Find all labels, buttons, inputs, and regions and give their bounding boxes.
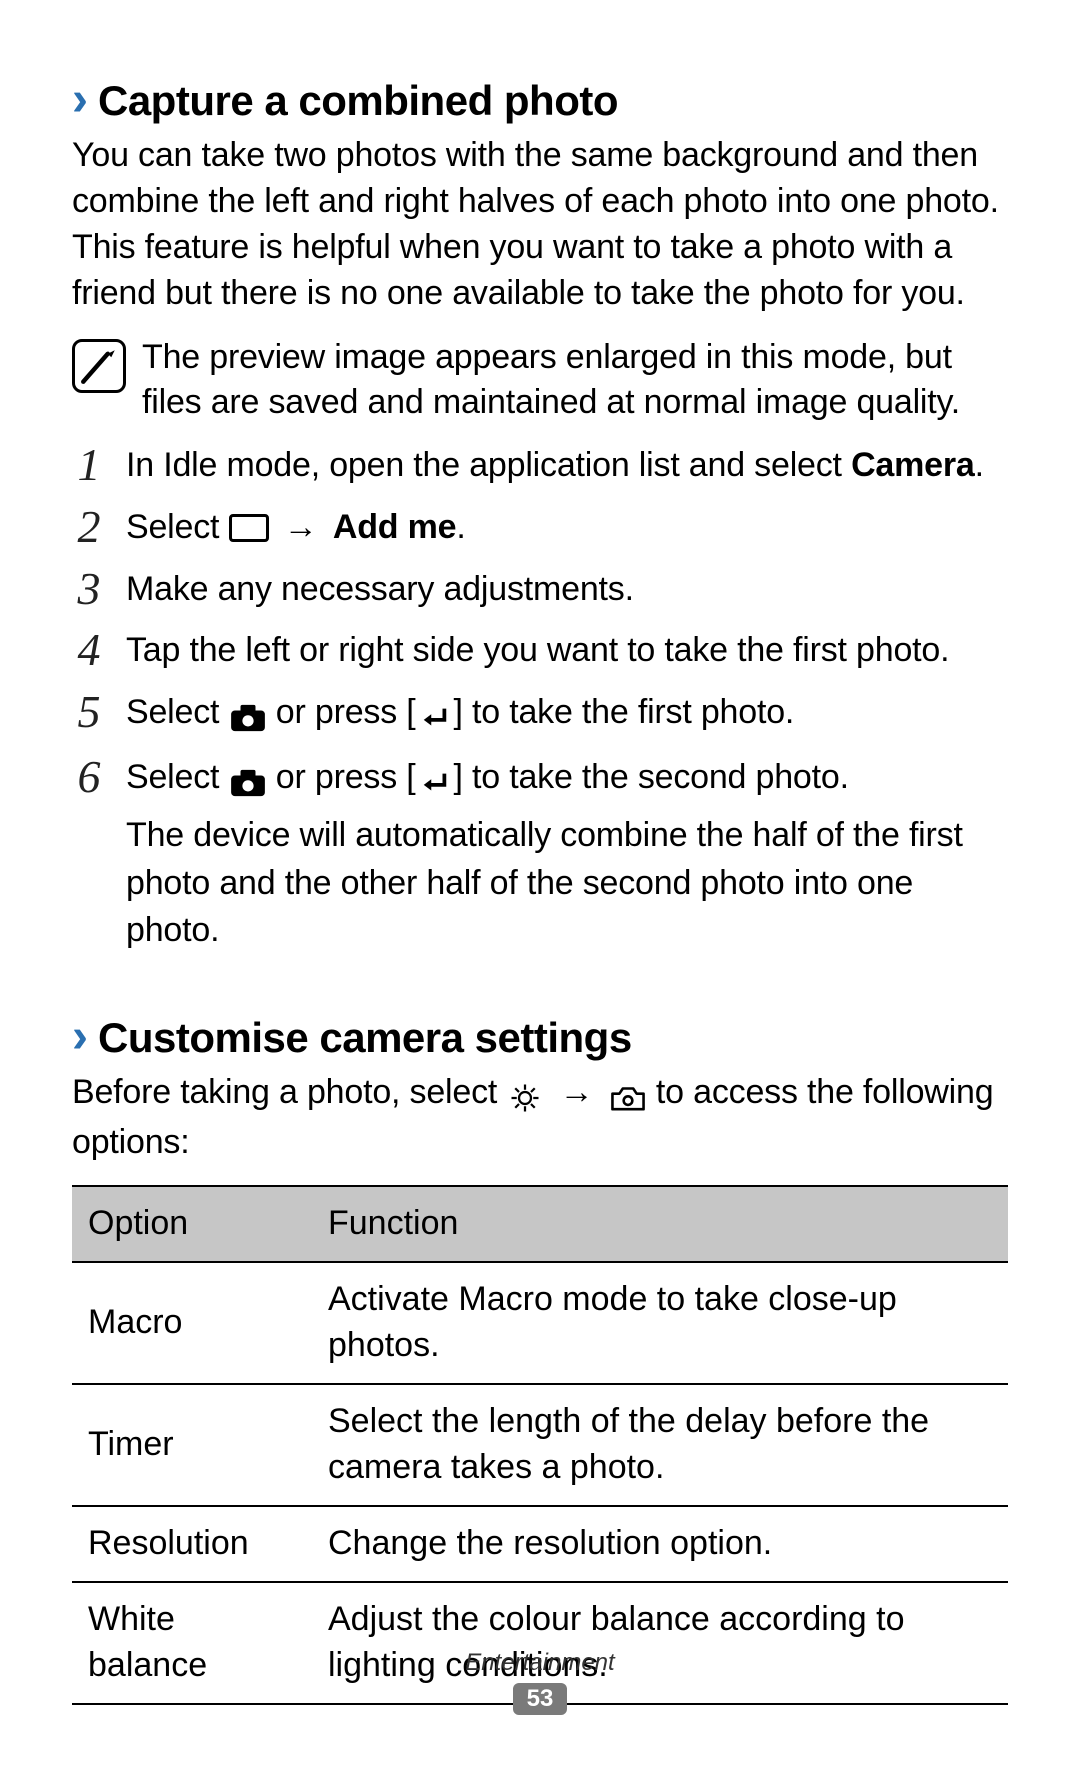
camera-icon [229, 758, 267, 806]
page-footer: Entertainment 53 [0, 1649, 1080, 1715]
section2-intro: Before taking a photo, select → to acces… [72, 1070, 1008, 1166]
step-2: 2 Select → Add me. [72, 504, 1008, 552]
text-fragment: . [975, 446, 984, 484]
arrow-text: → [544, 1073, 608, 1111]
text-fragment: Before taking a photo, select [72, 1073, 506, 1111]
step-number: 4 [72, 627, 106, 673]
text-fragment: In Idle mode, open the application list … [126, 446, 851, 484]
mode-rect-icon [229, 514, 269, 542]
note-text: The preview image appears enlarged in th… [142, 335, 1008, 427]
text-fragment: . [456, 508, 465, 546]
step-text: Make any necessary adjustments. [126, 566, 634, 614]
step-subtext: The device will automatically combine th… [126, 812, 1008, 955]
footer-section-label: Entertainment [0, 1649, 1080, 1677]
arrow-text: → [269, 508, 333, 546]
options-table: Option Function Macro Activate Macro mod… [72, 1185, 1008, 1704]
camera-icon [229, 693, 267, 741]
manual-page: › Capture a combined photo You can take … [0, 0, 1080, 1771]
section2: › Customise camera settings Before takin… [72, 1013, 1008, 1705]
note-row: The preview image appears enlarged in th… [72, 335, 1008, 427]
step-text: In Idle mode, open the application list … [126, 442, 984, 490]
function-cell: Activate Macro mode to take close-up pho… [312, 1262, 1008, 1384]
chevron-icon: › [72, 1013, 88, 1061]
option-cell: Timer [72, 1384, 312, 1506]
table-header-function: Function [312, 1186, 1008, 1262]
step-text: Select → Add me. [126, 504, 466, 552]
return-key-icon [416, 693, 454, 741]
text-fragment: Select [126, 758, 229, 796]
step-5: 5 Select or press [ ] to take the first p… [72, 689, 1008, 741]
text-fragment: Select [126, 693, 229, 731]
step-4: 4 Tap the left or right side you want to… [72, 627, 1008, 675]
function-cell: Select the length of the delay before th… [312, 1384, 1008, 1506]
section-heading-combined-photo: › Capture a combined photo [72, 76, 1008, 125]
heading-text: Capture a combined photo [98, 77, 618, 125]
camera-outline-icon [609, 1074, 647, 1120]
option-cell: Resolution [72, 1506, 312, 1582]
table-row: Macro Activate Macro mode to take close-… [72, 1262, 1008, 1384]
text-fragment: or press [ [267, 758, 416, 796]
heading-text: Customise camera settings [98, 1014, 632, 1062]
step-number: 6 [72, 754, 106, 800]
step-number: 5 [72, 689, 106, 735]
option-cell: Macro [72, 1262, 312, 1384]
step-6: 6 Select or press [ ] to take the second … [72, 754, 1008, 954]
text-bold: Camera [851, 446, 975, 484]
section1-intro: You can take two photos with the same ba… [72, 133, 1008, 317]
step-number: 2 [72, 504, 106, 550]
text-fragment: Select [126, 508, 229, 546]
table-header-row: Option Function [72, 1186, 1008, 1262]
page-number-badge: 53 [513, 1683, 568, 1715]
step-text: Select or press [ ] to take the first pho… [126, 689, 794, 741]
step-number: 1 [72, 442, 106, 488]
steps-list: 1 In Idle mode, open the application lis… [72, 442, 1008, 954]
step-text: Tap the left or right side you want to t… [126, 627, 949, 675]
note-icon [72, 339, 126, 393]
return-key-icon [416, 758, 454, 806]
section-heading-customise: › Customise camera settings [72, 1013, 1008, 1062]
step-1: 1 In Idle mode, open the application lis… [72, 442, 1008, 490]
chevron-icon: › [72, 76, 88, 124]
table-header-option: Option [72, 1186, 312, 1262]
text-fragment: or press [ [267, 693, 416, 731]
table-row: Resolution Change the resolution option. [72, 1506, 1008, 1582]
step-text-line: Select or press [ ] to take the second ph… [126, 754, 1008, 806]
step-text: Select or press [ ] to take the second ph… [126, 754, 1008, 954]
function-cell: Change the resolution option. [312, 1506, 1008, 1582]
gear-icon [506, 1074, 544, 1120]
table-row: Timer Select the length of the delay bef… [72, 1384, 1008, 1506]
text-fragment: ] to take the second photo. [454, 758, 849, 796]
text-bold: Add me [333, 508, 456, 546]
text-fragment: ] to take the first photo. [454, 693, 795, 731]
step-3: 3 Make any necessary adjustments. [72, 566, 1008, 614]
step-number: 3 [72, 566, 106, 612]
